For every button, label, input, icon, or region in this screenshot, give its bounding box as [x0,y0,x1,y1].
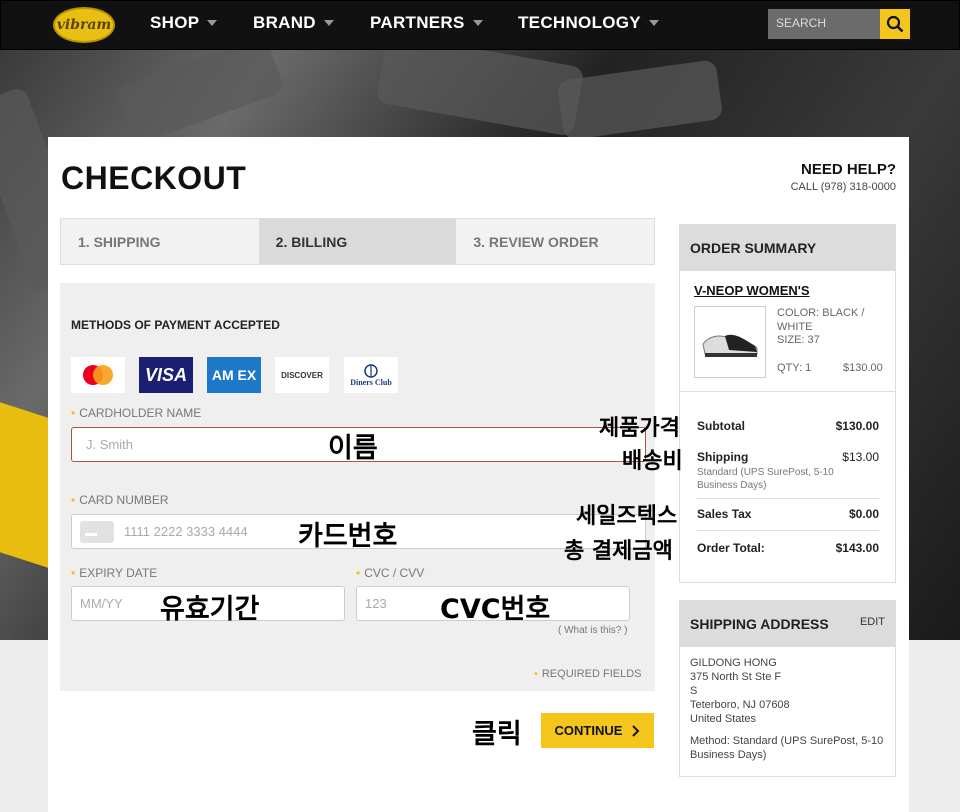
shipping-label: Shipping [697,450,749,464]
product-color: COLOR: BLACK / WHITE [777,307,865,333]
nav-partners-label: PARTNERS [370,13,465,32]
card-number-placeholder: 1111 2222 3333 4444 [124,524,248,539]
nav-brand[interactable]: BRAND [253,13,334,33]
credit-card-icon [80,520,114,543]
shipping-address-heading: SHIPPING ADDRESS [690,616,829,632]
order-total-value: $143.00 [835,541,879,555]
nav-technology[interactable]: TECHNOLOGY [518,13,659,33]
address-line1: 375 North St Ste F [690,671,782,683]
shipping-address-header: SHIPPING ADDRESS EDIT [680,601,895,647]
subtotal-value: $130.00 [835,419,879,433]
help-phone[interactable]: CALL (978) 318-0000 [791,181,896,193]
step-shipping[interactable]: 1. SHIPPING [61,219,259,264]
address-line2: S [690,685,698,697]
annotation-cvc: CVC번호 [440,594,551,625]
brand-logo[interactable]: vibram [53,7,115,43]
search-button[interactable] [880,9,910,39]
product-qty: QTY: 1 [777,362,812,374]
annotation-shipping: 배송비 [622,449,683,474]
diners-label: Diners Club [350,377,392,387]
address-method: Method: Standard (UPS SurePost, 5-10 Bus… [690,735,884,761]
checkout-steps: 1. SHIPPING 2. BILLING 3. REVIEW ORDER [60,218,655,265]
mastercard-icon [71,357,125,393]
chevron-down-icon [648,20,659,26]
visa-label: VISA [144,364,187,385]
chevron-right-icon [632,724,640,737]
sales-tax-row: Sales Tax $0.00 [697,507,879,521]
amex-icon: AM EX [207,357,261,393]
brand-logo-text: vibram [56,17,112,33]
cvc-label: • CVC / CVV [356,566,425,580]
divider [697,530,879,531]
expiry-label: • EXPIRY DATE [71,566,158,580]
address-details: GILDONG HONG 375 North St Ste F S Teterb… [680,647,895,771]
diners-club-icon: Diners Club [344,357,398,393]
continue-label: CONTINUE [554,723,623,738]
annotation-card-number: 카드번호 [298,521,398,552]
cardholder-label: • CARDHOLDER NAME [71,406,202,420]
order-summary-heading: ORDER SUMMARY [680,225,895,271]
card-number-label: • CARD NUMBER [71,493,169,507]
subtotal-row: Subtotal $130.00 [697,419,879,433]
chevron-down-icon [323,20,334,26]
address-line3: Teterboro, NJ 07608 [690,699,790,711]
address-country: United States [690,713,757,725]
annotation-total: 총 결제금액 [564,539,673,564]
nav-shop[interactable]: SHOP [150,13,218,33]
divider [697,498,879,499]
chevron-down-icon [472,20,483,26]
step-billing[interactable]: 2. BILLING [258,219,457,264]
search-icon [886,15,904,33]
help-title: NEED HELP? [800,161,896,178]
discover-icon: DISCOVER [275,357,329,393]
help-box: NEED HELP? CALL (978) 318-0000 [791,161,896,193]
visa-icon: VISA [139,357,193,393]
nav-shop-label: SHOP [150,13,200,32]
step-review-order[interactable]: 3. REVIEW ORDER [456,219,654,264]
product-image[interactable] [694,306,766,378]
edit-address-link[interactable]: EDIT [860,616,885,632]
discover-label: DISCOVER [281,370,323,380]
order-total-row: Order Total: $143.00 [697,541,879,555]
annotation-product-price: 제품가격 [599,416,680,441]
product-price: $130.00 [843,362,883,374]
annotation-expiry: 유효기간 [160,594,260,625]
subtotal-label: Subtotal [697,419,745,433]
annotation-name: 이름 [328,433,378,464]
search-input[interactable]: SEARCH [768,9,880,39]
nav-technology-label: TECHNOLOGY [518,13,641,32]
page-title: CHECKOUT [61,160,247,196]
payment-methods-heading: METHODS OF PAYMENT ACCEPTED [71,318,280,332]
amex-label: AM EX [211,367,257,383]
product-size: SIZE: 37 [777,334,820,346]
nav-partners[interactable]: PARTNERS [370,13,483,33]
sales-tax-label: Sales Tax [697,507,752,521]
required-fields-note: • REQUIRED FIELDS [534,668,642,680]
shipping-method: Standard (UPS SurePost, 5-10 Business Da… [697,467,834,491]
chevron-down-icon [207,20,218,26]
address-name: GILDONG HONG [690,657,777,669]
shipping-value: $13.00 [842,450,879,464]
shipping-row: Shipping $13.00 [697,450,879,464]
top-nav: vibram SHOP BRAND PARTNERS TECHNOLOGY SE… [0,0,960,50]
sales-tax-value: $0.00 [848,507,879,521]
divider [680,391,895,392]
what-is-this-link[interactable]: ( What is this? ) [558,625,627,636]
sole-graphic [0,402,48,568]
annotation-sales-tax: 세일즈텍스 [576,504,678,529]
shipping-address-box: SHIPPING ADDRESS EDIT GILDONG HONG 375 N… [679,600,896,777]
nav-brand-label: BRAND [253,13,316,32]
product-name-link[interactable]: V-NEOP WOMEN'S [694,283,810,298]
annotation-click: 클릭 [472,719,522,750]
order-total-label: Order Total: [697,541,765,555]
shoe-icon [702,334,758,357]
continue-button[interactable]: CONTINUE [541,713,654,748]
